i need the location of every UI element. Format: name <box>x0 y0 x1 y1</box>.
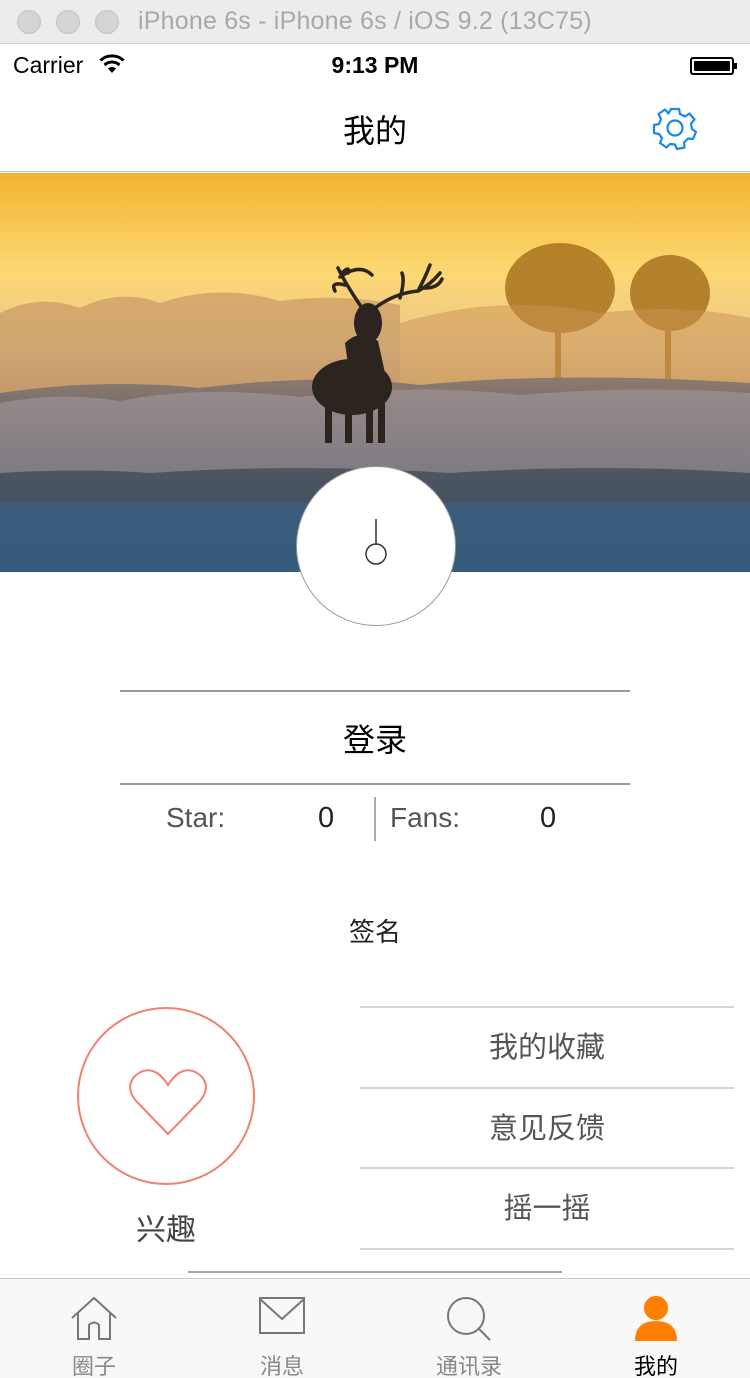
battery-icon <box>690 57 737 75</box>
tab-label: 通讯录 <box>435 1355 502 1378</box>
fans-value: 0 <box>540 802 557 834</box>
stats-divider <box>374 797 376 841</box>
interest-button[interactable] <box>77 1007 255 1185</box>
tab-label: 我的 <box>633 1355 678 1378</box>
tab-label: 圈子 <box>71 1355 116 1378</box>
fans-label: Fans: <box>390 802 461 833</box>
close-window-button[interactable] <box>17 10 41 34</box>
tab-label: 消息 <box>259 1355 304 1378</box>
signature-text[interactable]: 签名 <box>0 912 750 949</box>
home-icon <box>71 1296 117 1340</box>
star-value: 0 <box>318 802 335 834</box>
star-label: Star: <box>166 802 226 833</box>
status-time: 9:13 PM <box>331 52 419 78</box>
tab-contacts[interactable]: 通讯录 <box>394 1279 544 1378</box>
menu-item-feedback[interactable]: 意见反馈 <box>360 1087 734 1167</box>
tab-circle[interactable]: 圈子 <box>19 1279 169 1378</box>
navigation-bar: 我的 <box>0 86 750 172</box>
tab-bar: 圈子 消息 通讯录 我的 <box>0 1278 750 1378</box>
menu-item-shake[interactable]: 摇一摇 <box>360 1167 734 1247</box>
tab-messages[interactable]: 消息 <box>207 1279 357 1378</box>
menu-bottom-divider <box>360 1248 734 1250</box>
person-icon <box>635 1296 677 1341</box>
interest-label: 兴趣 <box>136 1213 196 1248</box>
minimize-window-button[interactable] <box>56 10 80 34</box>
simulator-title: iPhone 6s - iPhone 6s / iOS 9.2 (13C75) <box>138 7 592 35</box>
menu-item-favorites[interactable]: 我的收藏 <box>360 1006 734 1086</box>
avatar-placeholder-icon <box>365 519 387 565</box>
simulator-title-bar: iPhone 6s - iPhone 6s / iOS 9.2 (13C75) <box>0 0 750 44</box>
heart-icon <box>129 1069 207 1136</box>
zoom-window-button[interactable] <box>95 10 119 34</box>
gear-icon[interactable] <box>652 105 698 151</box>
content-bottom-divider <box>188 1271 562 1273</box>
avatar[interactable] <box>296 466 456 626</box>
mail-icon <box>259 1297 305 1334</box>
divider-top <box>120 690 630 692</box>
login-button[interactable]: 登录 <box>120 715 630 761</box>
divider-middle <box>120 783 630 785</box>
status-bar: Carrier 9:13 PM <box>0 44 750 86</box>
tab-mine[interactable]: 我的 <box>581 1279 731 1378</box>
search-icon <box>447 1297 491 1341</box>
page-title: 我的 <box>342 112 407 150</box>
